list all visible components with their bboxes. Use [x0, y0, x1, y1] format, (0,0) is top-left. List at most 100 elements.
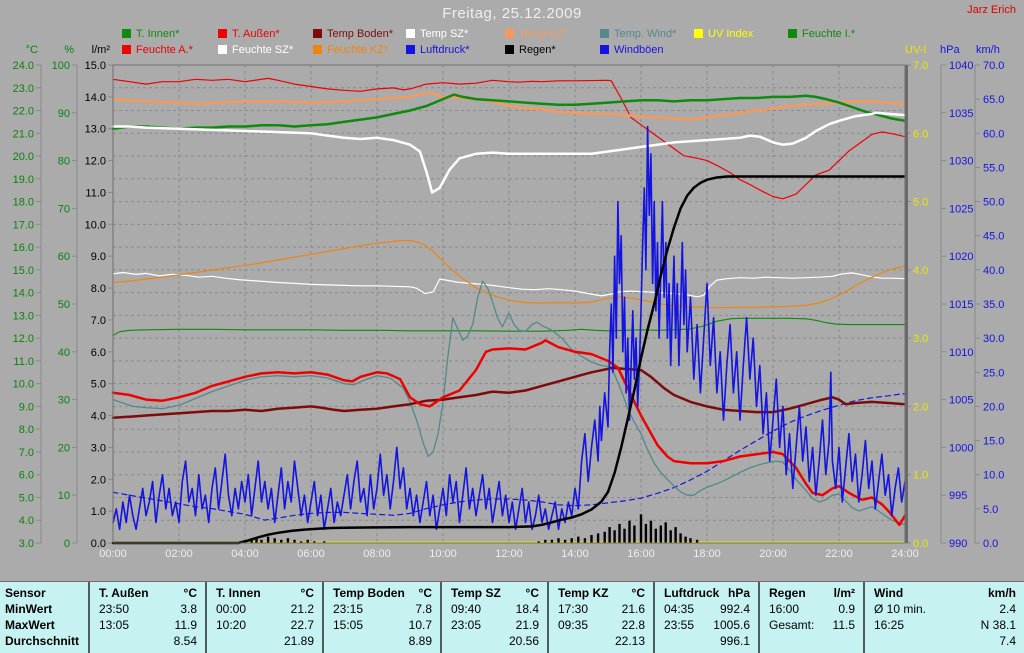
table-header: T. Innen°C [207, 585, 322, 601]
table-header-left: Wind [865, 585, 903, 601]
°C-tick-label: 22.0 [13, 106, 34, 118]
axis-unit-label: l/m² [92, 44, 111, 56]
l/m²-tick-label: 12.0 [85, 156, 106, 168]
table-max-row-left: 10:20 [207, 617, 246, 633]
table-min-row-left: Ø 10 min. [865, 601, 926, 617]
table-max-row-left: 15:05 [324, 617, 363, 633]
rain-bar [571, 538, 573, 543]
rain-bar [689, 538, 691, 543]
rain-bar [640, 514, 642, 543]
UV-I-tick-label: 7.0 [913, 60, 928, 72]
°C-tick-label: 16.0 [13, 242, 34, 254]
table-max-row-right: 21.9 [516, 617, 547, 633]
table-header-right: °C [419, 585, 440, 601]
table-avg-row-left [865, 633, 874, 649]
table-min-row: 04:35992.4 [655, 601, 758, 617]
table-header: Regenl/m² [760, 585, 863, 601]
table-max-row-right: 1005.6 [713, 617, 758, 633]
x-tick-label: 24:00 [891, 548, 919, 560]
table-sensor-column: T. Außen°C23:503.813:0511.98.54 [88, 582, 205, 653]
rain-bar [584, 538, 586, 543]
%-tick-label: 40 [58, 347, 70, 359]
table-min-row-right: 7.8 [415, 601, 440, 617]
hPa-tick-label: 1040 [949, 60, 973, 72]
rain-bar [660, 526, 662, 544]
table-min-row-right: 21.2 [291, 601, 322, 617]
rain-bar [679, 533, 681, 543]
l/m²-tick-label: 13.0 [85, 124, 106, 136]
table-min-row-right: 18.4 [516, 601, 547, 617]
axis-unit-label: UV-I [905, 44, 926, 56]
%-tick-label: 70 [58, 203, 70, 215]
table-header-right: l/m² [834, 585, 863, 601]
axis-unit-label: % [64, 44, 74, 56]
table-min-row-right: 21.6 [622, 601, 653, 617]
table-avg-row-left [324, 633, 333, 649]
table-header: Temp Boden °C [324, 585, 440, 601]
l/m²-tick-label: 14.0 [85, 92, 106, 104]
°C-tick-label: 20.0 [13, 151, 34, 163]
%-tick-label: 100 [52, 60, 70, 72]
°C-tick-label: 3.0 [19, 538, 34, 550]
table-avg-row-right: 11.5 [833, 617, 863, 633]
table-max-row: 16:000.9 [760, 601, 863, 617]
hPa-tick-label: 1010 [949, 347, 973, 359]
table-min-row-left: 23:15 [324, 601, 363, 617]
table-max-row: 15:05 10.7 [324, 617, 440, 633]
table-avg-row: 8.54 [90, 633, 205, 649]
table-header-right: °C [526, 585, 547, 601]
x-tick-label: 06:00 [297, 548, 325, 560]
table-avg-row-left [442, 633, 451, 649]
rain-bar [613, 530, 615, 543]
table-sensor-column: T. Innen°C00:0021.210:2022.721.89 [205, 582, 322, 653]
weather-chart: 3.04.05.06.07.08.09.010.011.012.013.014.… [0, 0, 1024, 581]
table-max-row-left: 23:05 [442, 617, 481, 633]
hPa-tick-label: 995 [949, 490, 967, 502]
x-tick-label: 00:00 [99, 548, 127, 560]
°C-tick-label: 6.0 [19, 470, 34, 482]
table-sensor-column: LuftdruckhPa04:35992.423:551005.6996.1 [653, 582, 758, 653]
°C-tick-label: 12.0 [13, 333, 34, 345]
table-max-row-right: 22.8 [622, 617, 653, 633]
l/m²-tick-label: 5.0 [91, 379, 106, 391]
km/h-tick-label: 70.0 [983, 60, 1004, 72]
°C-tick-label: 19.0 [13, 174, 34, 186]
hPa-tick-label: 1035 [949, 108, 973, 120]
l/m²-tick-label: 2.0 [91, 474, 106, 486]
x-tick-label: 14:00 [561, 548, 589, 560]
rain-bar [650, 521, 652, 543]
table-min-row-left: 09:40 [442, 601, 481, 617]
table-header-left: Temp Boden [324, 585, 405, 601]
rain-bar [577, 537, 579, 543]
km/h-tick-label: 10.0 [983, 470, 1004, 482]
%-tick-label: 30 [58, 395, 70, 407]
table-header-left: Temp SZ [442, 585, 501, 601]
°C-tick-label: 5.0 [19, 492, 34, 504]
hPa-tick-label: 990 [949, 538, 967, 550]
table-header: Temp SZ °C [442, 585, 547, 601]
table-sensor-column: Temp SZ°C09:4018.423:0521.920.56 [440, 582, 547, 653]
x-tick-label: 22:00 [825, 548, 853, 560]
%-tick-label: 50 [58, 299, 70, 311]
rain-bar [287, 538, 289, 543]
x-tick-label: 20:00 [759, 548, 787, 560]
°C-tick-label: 7.0 [19, 447, 34, 459]
table-header-right: °C [184, 585, 205, 601]
rain-bar [684, 537, 686, 543]
table-row-labels: SensorMinWertMaxWertDurchschnitt [0, 582, 88, 653]
table-max-row: 16:25N 38.1 [865, 617, 1024, 633]
table-header: Temp KZ°C [549, 585, 653, 601]
UV-I-tick-label: 6.0 [913, 128, 928, 140]
table-min-row: 23:503.8 [90, 601, 205, 617]
table-max-row: 10:2022.7 [207, 617, 322, 633]
table-max-row-right: 10.7 [409, 617, 440, 633]
rain-bar [665, 522, 667, 543]
x-tick-label: 04:00 [231, 548, 259, 560]
table-sensor-column: Temp Boden°C23:157.815:0510.78.89 [322, 582, 440, 653]
rain-bar [590, 535, 592, 543]
UV-I-tick-label: 3.0 [913, 333, 928, 345]
table-header-right: °C [632, 585, 653, 601]
km/h-tick-label: 15.0 [983, 436, 1004, 448]
axis-unit-label: hPa [940, 44, 960, 56]
table-avg-row: Gesamt:11.5 [760, 617, 863, 633]
